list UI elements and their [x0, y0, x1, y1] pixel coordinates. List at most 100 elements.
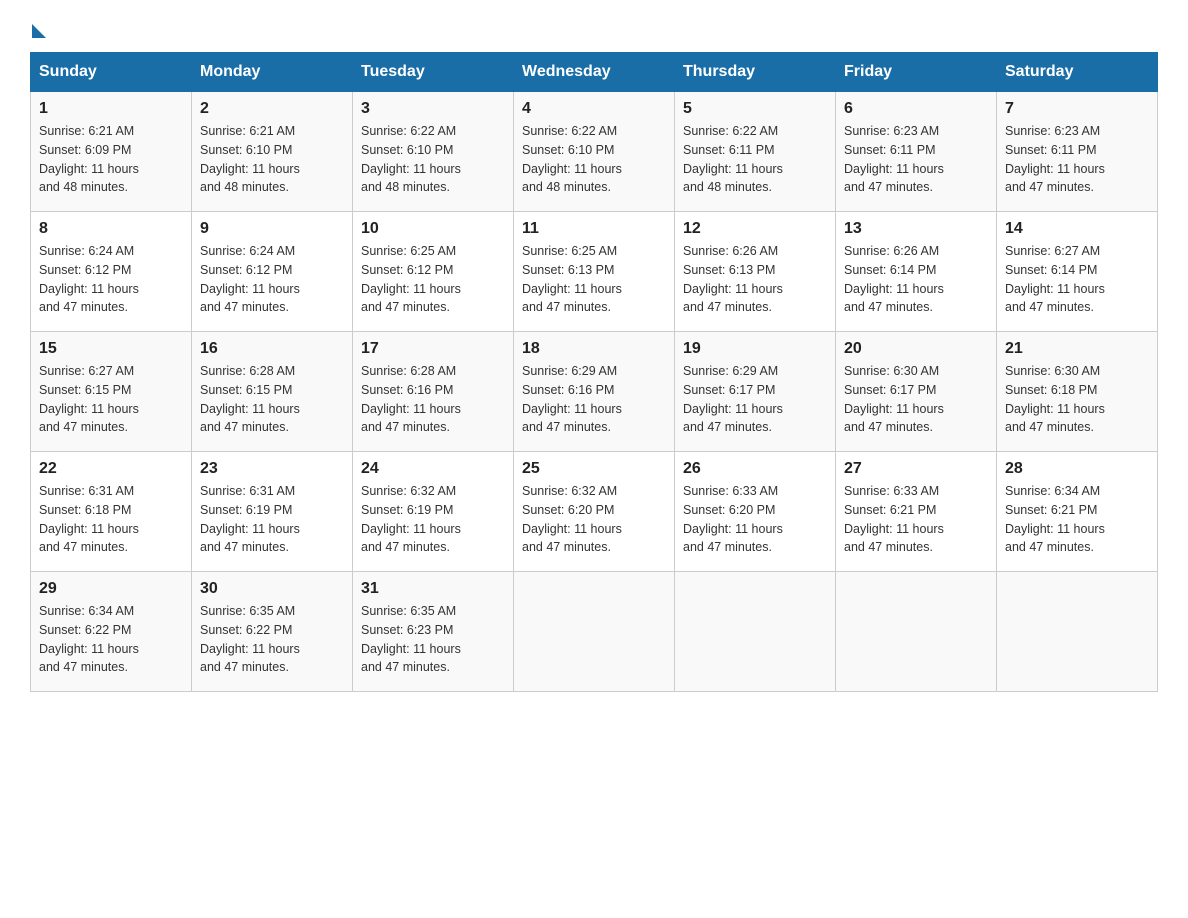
header-day-saturday: Saturday	[997, 53, 1158, 92]
calendar-cell: 28 Sunrise: 6:34 AM Sunset: 6:21 PM Dayl…	[997, 452, 1158, 572]
day-info: Sunrise: 6:31 AM Sunset: 6:18 PM Dayligh…	[39, 482, 183, 557]
calendar-cell: 10 Sunrise: 6:25 AM Sunset: 6:12 PM Dayl…	[353, 212, 514, 332]
day-info: Sunrise: 6:33 AM Sunset: 6:20 PM Dayligh…	[683, 482, 827, 557]
day-info: Sunrise: 6:28 AM Sunset: 6:15 PM Dayligh…	[200, 362, 344, 437]
day-info: Sunrise: 6:25 AM Sunset: 6:12 PM Dayligh…	[361, 242, 505, 317]
day-info: Sunrise: 6:22 AM Sunset: 6:10 PM Dayligh…	[522, 122, 666, 197]
calendar-cell: 30 Sunrise: 6:35 AM Sunset: 6:22 PM Dayl…	[192, 572, 353, 692]
day-number: 4	[522, 100, 666, 118]
calendar-cell	[997, 572, 1158, 692]
calendar-cell: 9 Sunrise: 6:24 AM Sunset: 6:12 PM Dayli…	[192, 212, 353, 332]
day-number: 19	[683, 340, 827, 358]
calendar-cell: 3 Sunrise: 6:22 AM Sunset: 6:10 PM Dayli…	[353, 92, 514, 212]
calendar-cell: 17 Sunrise: 6:28 AM Sunset: 6:16 PM Dayl…	[353, 332, 514, 452]
day-info: Sunrise: 6:22 AM Sunset: 6:11 PM Dayligh…	[683, 122, 827, 197]
day-info: Sunrise: 6:23 AM Sunset: 6:11 PM Dayligh…	[844, 122, 988, 197]
calendar-cell: 18 Sunrise: 6:29 AM Sunset: 6:16 PM Dayl…	[514, 332, 675, 452]
day-number: 30	[200, 580, 344, 598]
header-day-wednesday: Wednesday	[514, 53, 675, 92]
day-info: Sunrise: 6:22 AM Sunset: 6:10 PM Dayligh…	[361, 122, 505, 197]
day-info: Sunrise: 6:29 AM Sunset: 6:17 PM Dayligh…	[683, 362, 827, 437]
day-number: 22	[39, 460, 183, 478]
header-row: SundayMondayTuesdayWednesdayThursdayFrid…	[31, 53, 1158, 92]
week-row-1: 1 Sunrise: 6:21 AM Sunset: 6:09 PM Dayli…	[31, 92, 1158, 212]
calendar-cell: 4 Sunrise: 6:22 AM Sunset: 6:10 PM Dayli…	[514, 92, 675, 212]
day-number: 1	[39, 100, 183, 118]
week-row-4: 22 Sunrise: 6:31 AM Sunset: 6:18 PM Dayl…	[31, 452, 1158, 572]
calendar-cell: 6 Sunrise: 6:23 AM Sunset: 6:11 PM Dayli…	[836, 92, 997, 212]
day-info: Sunrise: 6:21 AM Sunset: 6:09 PM Dayligh…	[39, 122, 183, 197]
day-info: Sunrise: 6:34 AM Sunset: 6:22 PM Dayligh…	[39, 602, 183, 677]
calendar-cell: 5 Sunrise: 6:22 AM Sunset: 6:11 PM Dayli…	[675, 92, 836, 212]
week-row-5: 29 Sunrise: 6:34 AM Sunset: 6:22 PM Dayl…	[31, 572, 1158, 692]
day-number: 29	[39, 580, 183, 598]
day-number: 21	[1005, 340, 1149, 358]
day-number: 28	[1005, 460, 1149, 478]
calendar-cell: 14 Sunrise: 6:27 AM Sunset: 6:14 PM Dayl…	[997, 212, 1158, 332]
logo-arrow-icon	[32, 24, 46, 38]
calendar-cell: 8 Sunrise: 6:24 AM Sunset: 6:12 PM Dayli…	[31, 212, 192, 332]
header-day-friday: Friday	[836, 53, 997, 92]
day-info: Sunrise: 6:34 AM Sunset: 6:21 PM Dayligh…	[1005, 482, 1149, 557]
calendar-cell: 16 Sunrise: 6:28 AM Sunset: 6:15 PM Dayl…	[192, 332, 353, 452]
day-number: 23	[200, 460, 344, 478]
day-number: 11	[522, 220, 666, 238]
day-info: Sunrise: 6:25 AM Sunset: 6:13 PM Dayligh…	[522, 242, 666, 317]
calendar-cell: 23 Sunrise: 6:31 AM Sunset: 6:19 PM Dayl…	[192, 452, 353, 572]
day-info: Sunrise: 6:32 AM Sunset: 6:20 PM Dayligh…	[522, 482, 666, 557]
calendar-cell: 19 Sunrise: 6:29 AM Sunset: 6:17 PM Dayl…	[675, 332, 836, 452]
day-number: 27	[844, 460, 988, 478]
calendar-cell	[836, 572, 997, 692]
day-number: 10	[361, 220, 505, 238]
week-row-3: 15 Sunrise: 6:27 AM Sunset: 6:15 PM Dayl…	[31, 332, 1158, 452]
day-info: Sunrise: 6:26 AM Sunset: 6:14 PM Dayligh…	[844, 242, 988, 317]
day-number: 8	[39, 220, 183, 238]
calendar-cell: 7 Sunrise: 6:23 AM Sunset: 6:11 PM Dayli…	[997, 92, 1158, 212]
day-info: Sunrise: 6:33 AM Sunset: 6:21 PM Dayligh…	[844, 482, 988, 557]
calendar-cell: 1 Sunrise: 6:21 AM Sunset: 6:09 PM Dayli…	[31, 92, 192, 212]
day-info: Sunrise: 6:24 AM Sunset: 6:12 PM Dayligh…	[39, 242, 183, 317]
day-info: Sunrise: 6:31 AM Sunset: 6:19 PM Dayligh…	[200, 482, 344, 557]
header-day-thursday: Thursday	[675, 53, 836, 92]
day-number: 7	[1005, 100, 1149, 118]
day-info: Sunrise: 6:30 AM Sunset: 6:18 PM Dayligh…	[1005, 362, 1149, 437]
day-number: 26	[683, 460, 827, 478]
day-number: 3	[361, 100, 505, 118]
logo-general	[30, 20, 46, 38]
day-number: 2	[200, 100, 344, 118]
day-info: Sunrise: 6:35 AM Sunset: 6:23 PM Dayligh…	[361, 602, 505, 677]
header-day-tuesday: Tuesday	[353, 53, 514, 92]
header-day-sunday: Sunday	[31, 53, 192, 92]
day-number: 9	[200, 220, 344, 238]
logo	[30, 20, 46, 32]
day-number: 15	[39, 340, 183, 358]
day-info: Sunrise: 6:29 AM Sunset: 6:16 PM Dayligh…	[522, 362, 666, 437]
calendar-cell: 31 Sunrise: 6:35 AM Sunset: 6:23 PM Dayl…	[353, 572, 514, 692]
calendar-cell: 24 Sunrise: 6:32 AM Sunset: 6:19 PM Dayl…	[353, 452, 514, 572]
day-number: 6	[844, 100, 988, 118]
day-info: Sunrise: 6:32 AM Sunset: 6:19 PM Dayligh…	[361, 482, 505, 557]
header-day-monday: Monday	[192, 53, 353, 92]
day-number: 16	[200, 340, 344, 358]
calendar-cell: 20 Sunrise: 6:30 AM Sunset: 6:17 PM Dayl…	[836, 332, 997, 452]
day-number: 13	[844, 220, 988, 238]
calendar-cell: 2 Sunrise: 6:21 AM Sunset: 6:10 PM Dayli…	[192, 92, 353, 212]
day-info: Sunrise: 6:27 AM Sunset: 6:15 PM Dayligh…	[39, 362, 183, 437]
page-header	[30, 20, 1158, 32]
calendar-cell	[675, 572, 836, 692]
calendar-table: SundayMondayTuesdayWednesdayThursdayFrid…	[30, 52, 1158, 692]
day-info: Sunrise: 6:23 AM Sunset: 6:11 PM Dayligh…	[1005, 122, 1149, 197]
day-info: Sunrise: 6:24 AM Sunset: 6:12 PM Dayligh…	[200, 242, 344, 317]
calendar-cell: 11 Sunrise: 6:25 AM Sunset: 6:13 PM Dayl…	[514, 212, 675, 332]
day-info: Sunrise: 6:35 AM Sunset: 6:22 PM Dayligh…	[200, 602, 344, 677]
calendar-cell: 21 Sunrise: 6:30 AM Sunset: 6:18 PM Dayl…	[997, 332, 1158, 452]
day-number: 18	[522, 340, 666, 358]
day-info: Sunrise: 6:27 AM Sunset: 6:14 PM Dayligh…	[1005, 242, 1149, 317]
calendar-cell: 29 Sunrise: 6:34 AM Sunset: 6:22 PM Dayl…	[31, 572, 192, 692]
day-number: 5	[683, 100, 827, 118]
day-info: Sunrise: 6:26 AM Sunset: 6:13 PM Dayligh…	[683, 242, 827, 317]
day-number: 25	[522, 460, 666, 478]
calendar-cell: 26 Sunrise: 6:33 AM Sunset: 6:20 PM Dayl…	[675, 452, 836, 572]
calendar-cell	[514, 572, 675, 692]
day-number: 17	[361, 340, 505, 358]
